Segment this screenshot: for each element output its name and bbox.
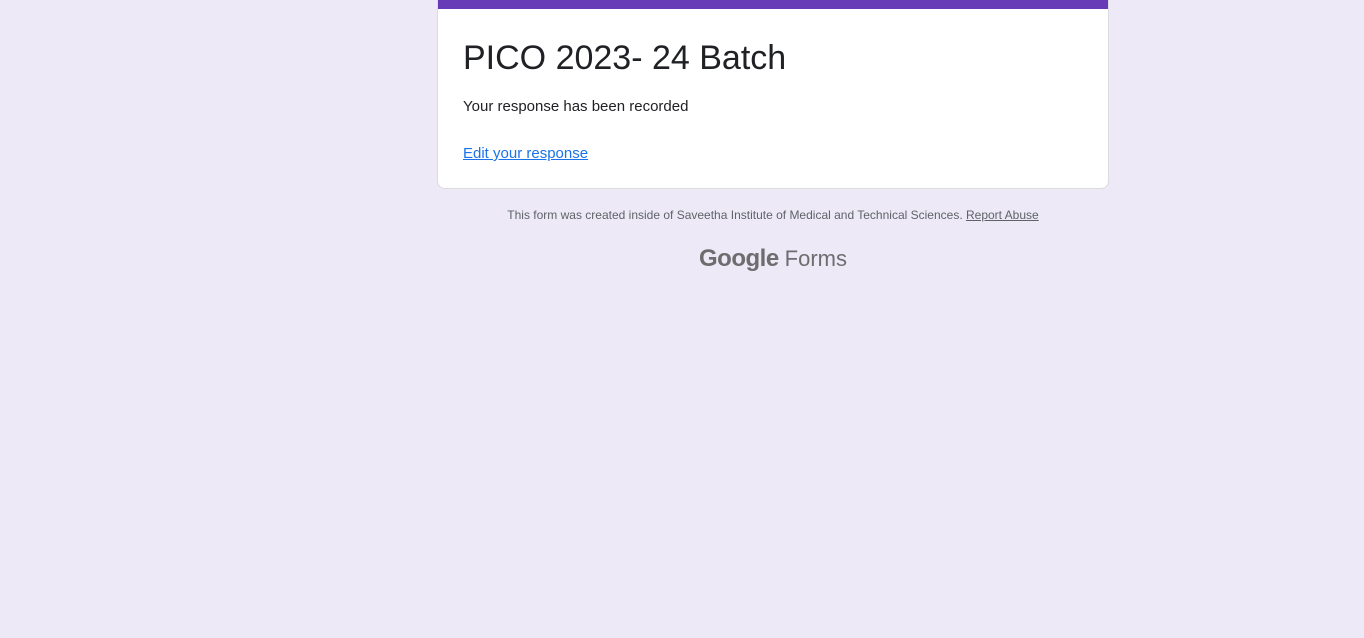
google-wordmark: Google [699, 245, 779, 272]
google-forms-logo[interactable]: Google Forms [437, 244, 1109, 277]
report-abuse-link[interactable]: Report Abuse [966, 208, 1039, 222]
forms-wordmark: Forms [784, 246, 847, 271]
card-accent-bar [438, 0, 1108, 9]
page: PICO 2023- 24 Batch Your response has be… [0, 0, 1364, 638]
form-title: PICO 2023- 24 Batch [463, 39, 787, 77]
form-confirmation-card: PICO 2023- 24 Batch Your response has be… [437, 0, 1109, 189]
footer-note: This form was created inside of Saveetha… [437, 206, 1109, 224]
footer-note-text: This form was created inside of Saveetha… [507, 208, 966, 222]
confirmation-message: Your response has been recorded [463, 98, 689, 115]
edit-response-link[interactable]: Edit your response [463, 144, 588, 164]
